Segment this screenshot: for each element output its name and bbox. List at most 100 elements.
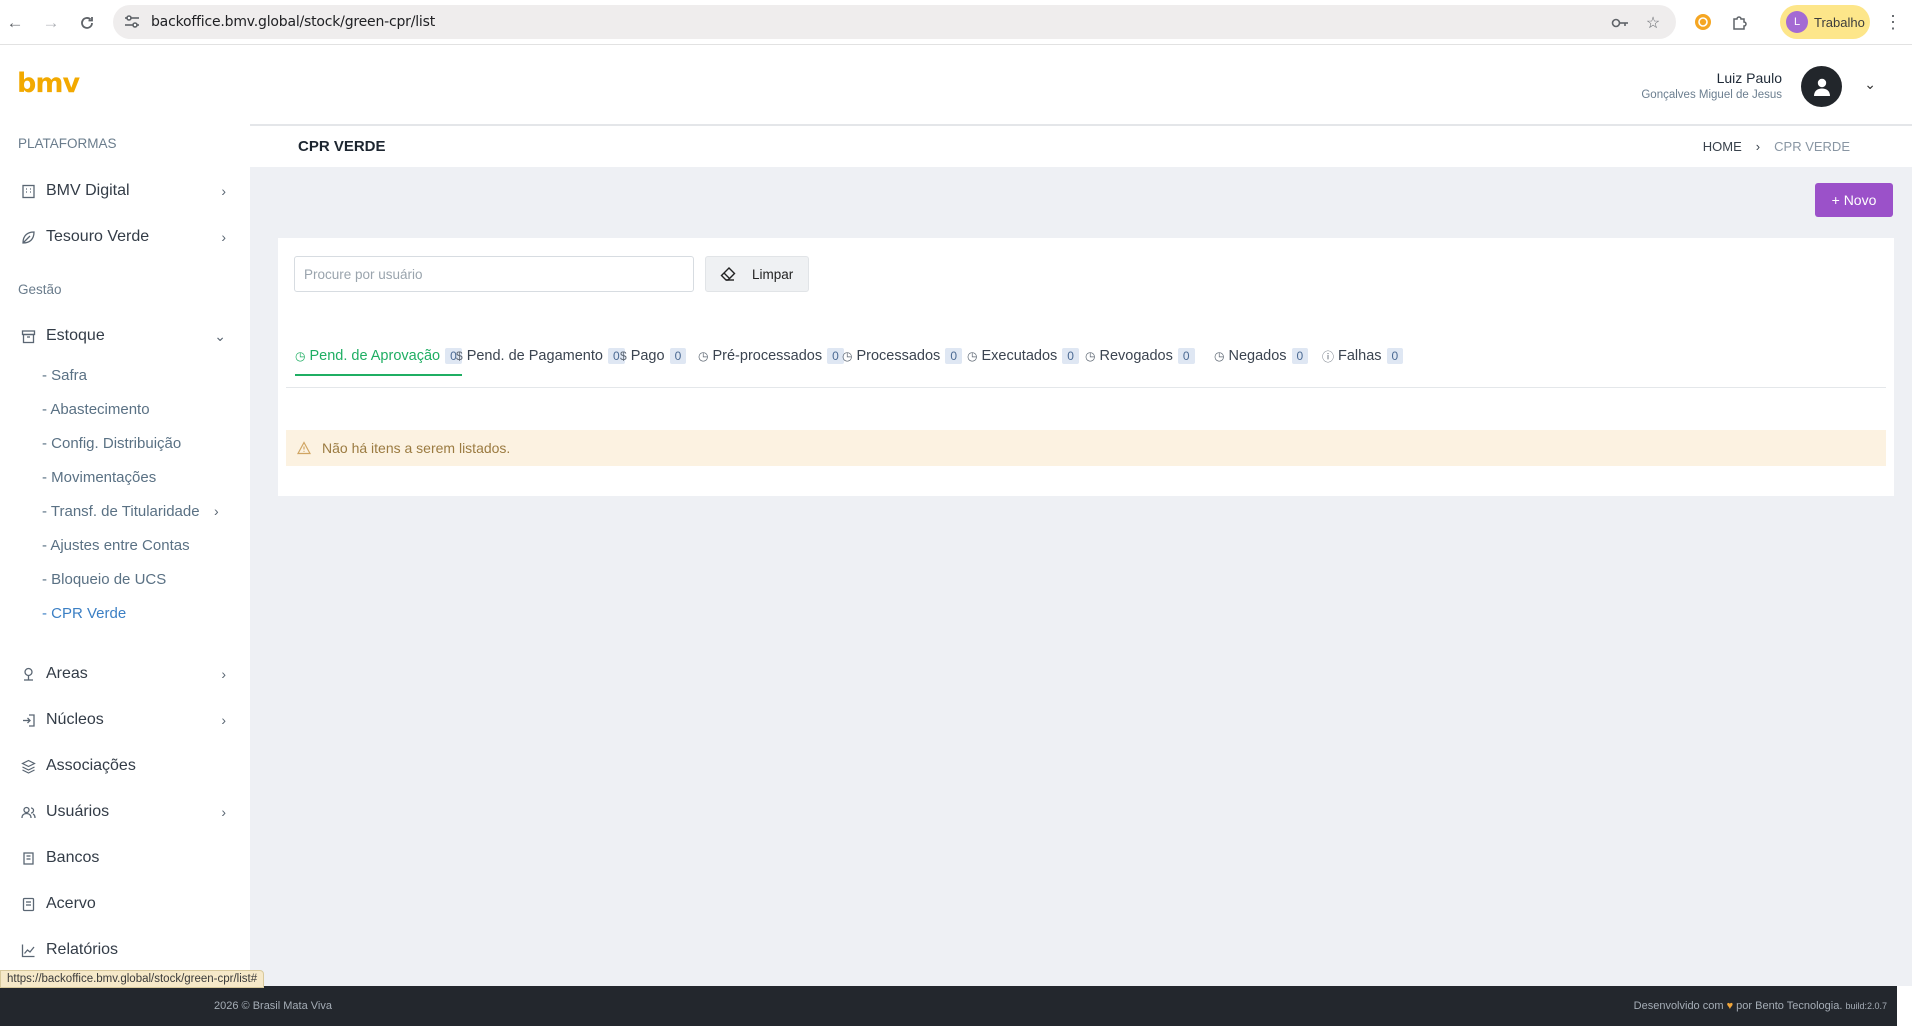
layers-icon <box>18 756 38 776</box>
sidebar-item-label: Estoque <box>46 327 105 344</box>
sidebar: bmv PLATAFORMAS BMV Digital › Tesouro Ve… <box>0 46 250 986</box>
breadcrumb: HOME › CPR VERDE <box>1703 139 1850 154</box>
chevron-down-icon: ⌄ <box>214 327 226 344</box>
tree-icon <box>18 664 38 684</box>
chevron-down-icon[interactable]: ⌄ <box>1864 76 1876 93</box>
clock-icon: ◷ <box>842 349 853 363</box>
dollar-icon: $ <box>620 349 627 363</box>
footer-developed-suffix[interactable]: por Bento Tecnologia. <box>1736 1000 1842 1012</box>
page-header: CPR VERDE HOME › CPR VERDE <box>250 128 1912 167</box>
breadcrumb-separator-icon: › <box>1755 139 1761 154</box>
tab-executados[interactable]: ◷ Executados 0 <box>967 346 1079 388</box>
clock-icon: ◷ <box>698 349 709 363</box>
chevron-right-icon: › <box>221 183 226 199</box>
sidebar-item-tesouro-verde[interactable]: Tesouro Verde › <box>18 222 226 252</box>
site-settings-icon[interactable] <box>123 13 141 31</box>
sidebar-subitem-safra[interactable]: - Safra <box>42 363 87 387</box>
tab-count-badge: 0 <box>669 348 687 364</box>
tab-label: Falhas <box>1338 348 1382 364</box>
sidebar-item-usuarios[interactable]: Usuários › <box>18 797 226 827</box>
sidebar-subitem-label: - Transf. de Titularidade <box>42 502 200 520</box>
tab-count-badge: 0 <box>1386 348 1404 364</box>
bmv-logo[interactable]: bmv <box>17 68 80 99</box>
clear-button-label: Limpar <box>752 266 794 282</box>
user-name[interactable]: Luiz Paulo <box>1717 70 1782 86</box>
status-tabs: ◷ Pend. de Aprovação 0 $ Pend. de Pagame… <box>286 346 1886 388</box>
tab-falhas[interactable]: ⓘ Falhas 0 <box>1322 346 1404 388</box>
clock-icon: ◷ <box>967 349 978 363</box>
key-icon[interactable] <box>1610 13 1630 33</box>
tab-pend-pagamento[interactable]: $ Pend. de Pagamento 0 <box>456 346 625 388</box>
sidebar-item-bancos[interactable]: Bancos <box>18 843 226 873</box>
clock-icon: ◷ <box>1085 349 1096 363</box>
page-title: CPR VERDE <box>298 138 386 155</box>
forward-icon[interactable]: → <box>38 10 64 36</box>
sidebar-item-label: Associações <box>46 757 136 774</box>
chart-icon <box>18 940 38 960</box>
tab-pend-aprovacao[interactable]: ◷ Pend. de Aprovação 0 <box>295 346 462 376</box>
section-platforms: PLATAFORMAS <box>18 136 117 151</box>
footer-credits: Desenvolvido com ♥ por Bento Tecnologia.… <box>1634 1000 1887 1012</box>
tab-label: Executados <box>981 348 1058 364</box>
sidebar-subitem-ajustes-contas[interactable]: - Ajustes entre Contas <box>42 533 190 557</box>
address-bar[interactable]: backoffice.bmv.global/stock/green-cpr/li… <box>113 5 1676 39</box>
sidebar-subitem-movimentacoes[interactable]: - Movimentações <box>42 465 156 489</box>
sidebar-subitem-transf-titularidade[interactable]: - Transf. de Titularidade › <box>42 499 232 523</box>
bookmark-star-icon[interactable]: ☆ <box>1643 13 1663 33</box>
sidebar-item-areas[interactable]: Areas › <box>18 659 226 689</box>
tab-count-badge: 0 <box>945 348 962 364</box>
sidebar-item-label: Areas <box>46 665 88 682</box>
tab-processados[interactable]: ◷ Processados 0 <box>842 346 962 388</box>
warning-icon <box>297 441 311 455</box>
section-management: Gestão <box>18 282 62 297</box>
list-card: Limpar ◷ Pend. de Aprovação 0 $ Pend. de… <box>278 238 1894 496</box>
sidebar-item-estoque[interactable]: Estoque ⌄ <box>18 321 226 351</box>
browser-menu-icon[interactable]: ⋮ <box>1884 12 1902 32</box>
puzzle-icon[interactable] <box>1730 12 1750 32</box>
tab-pre-processados[interactable]: ◷ Pré-processados 0 <box>698 346 844 388</box>
sidebar-item-label: Bancos <box>46 849 100 866</box>
extension-icon[interactable] <box>1693 12 1713 32</box>
login-icon <box>18 710 38 730</box>
users-icon <box>18 802 38 822</box>
tab-pago[interactable]: $ Pago 0 <box>620 346 687 388</box>
footer-copyright: 2026 © Brasil Mata Viva <box>214 1000 332 1012</box>
profile-chip[interactable]: L Trabalho <box>1780 5 1870 39</box>
chevron-right-icon: › <box>221 804 226 820</box>
sidebar-subitem-abastecimento[interactable]: - Abastecimento <box>42 397 150 421</box>
new-button[interactable]: + Novo <box>1815 183 1893 217</box>
sidebar-subitem-cpr-verde[interactable]: - CPR Verde <box>42 601 126 625</box>
profile-label: Trabalho <box>1814 14 1865 30</box>
sidebar-item-bmv-digital[interactable]: BMV Digital › <box>18 176 226 206</box>
sidebar-subitem-config-distribuicao[interactable]: - Config. Distribuição <box>42 431 181 455</box>
footer: 2026 © Brasil Mata Viva Desenvolvido com… <box>0 986 1897 1026</box>
tab-label: Pend. de Aprovação <box>309 348 441 364</box>
sidebar-item-associacoes[interactable]: Associações <box>18 751 226 781</box>
sidebar-item-relatorios[interactable]: Relatórios <box>18 935 226 965</box>
tab-revogados[interactable]: ◷ Revogados 0 <box>1085 346 1195 388</box>
tab-label: Revogados <box>1099 348 1173 364</box>
user-subtitle: Gonçalves Miguel de Jesus <box>1641 89 1782 101</box>
status-bar-url: https://backoffice.bmv.global/stock/gree… <box>0 970 265 988</box>
breadcrumb-home[interactable]: HOME <box>1703 139 1742 154</box>
clear-button[interactable]: Limpar <box>705 256 809 292</box>
tab-count-badge: 0 <box>1062 348 1079 364</box>
back-icon[interactable]: ← <box>2 10 28 36</box>
user-icon <box>1813 78 1830 96</box>
alert-circle-icon: ⓘ <box>1322 349 1335 364</box>
url-text: backoffice.bmv.global/stock/green-cpr/li… <box>151 14 436 30</box>
sidebar-item-acervo[interactable]: Acervo <box>18 889 226 919</box>
empty-state-message: Não há itens a serem listados. <box>322 440 511 456</box>
tab-negados[interactable]: ◷ Negados 0 <box>1214 346 1309 388</box>
book-icon <box>18 894 38 914</box>
sidebar-subitem-bloqueio-ucs[interactable]: - Bloqueio de UCS <box>42 567 166 591</box>
footer-build: build:2.0.7 <box>1845 1001 1887 1011</box>
app-header: Luiz Paulo Gonçalves Miguel de Jesus ⌄ <box>250 46 1912 126</box>
heart-icon: ♥ <box>1726 1000 1734 1012</box>
avatar[interactable] <box>1801 66 1842 107</box>
sidebar-item-label: Núcleos <box>46 711 104 728</box>
chevron-right-icon: › <box>221 712 226 728</box>
search-input[interactable] <box>294 256 694 292</box>
reload-icon[interactable] <box>74 10 100 36</box>
sidebar-item-nucleos[interactable]: Núcleos › <box>18 705 226 735</box>
